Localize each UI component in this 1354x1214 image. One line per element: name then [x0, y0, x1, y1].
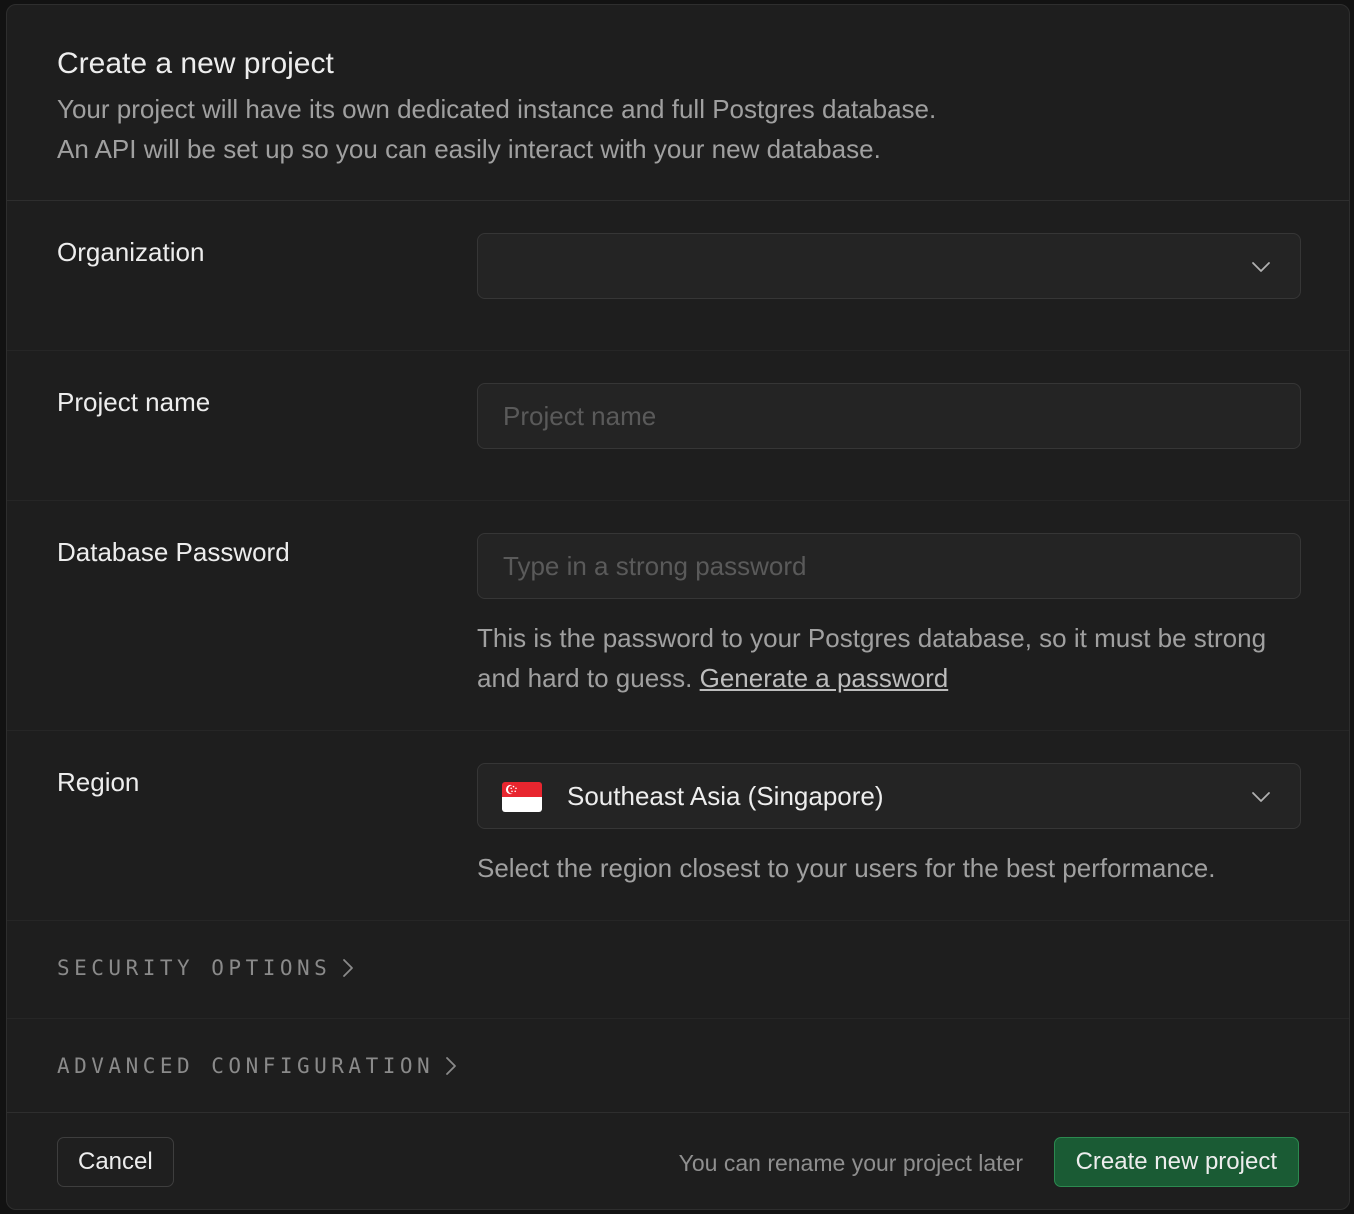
- password-help: This is the password to your Postgres da…: [477, 618, 1307, 698]
- database-password-label: Database Password: [57, 537, 290, 567]
- chevron-right-icon: [343, 959, 354, 977]
- cancel-button[interactable]: Cancel: [57, 1137, 174, 1187]
- dialog-header: Create a new project Your project will h…: [7, 5, 1349, 201]
- security-options-row: SECURITY OPTIONS: [7, 920, 1349, 1019]
- generate-password-link[interactable]: Generate a password: [700, 663, 949, 693]
- region-help: Select the region closest to your users …: [477, 853, 1216, 883]
- subtitle-line-1: Your project will have its own dedicated…: [57, 94, 937, 124]
- dialog-footer: Cancel You can rename your project later…: [7, 1112, 1349, 1209]
- database-password-input[interactable]: [478, 534, 1300, 598]
- create-new-project-button[interactable]: Create new project: [1053, 1137, 1299, 1187]
- chevron-down-icon: [1252, 262, 1270, 272]
- region-label: Region: [57, 767, 140, 797]
- subtitle-line-2: An API will be set up so you can easily …: [57, 134, 881, 164]
- organization-select[interactable]: [477, 233, 1301, 299]
- chevron-right-icon: [446, 1057, 457, 1075]
- chevron-down-icon: [1252, 792, 1270, 802]
- dialog-subtitle: Your project will have its own dedicated…: [57, 89, 1157, 169]
- rename-note: You can rename your project later: [678, 1150, 1023, 1176]
- advanced-configuration-toggle[interactable]: ADVANCED CONFIGURATION: [57, 1054, 458, 1078]
- database-password-field: [477, 533, 1301, 599]
- project-name-row: Project name: [7, 350, 1349, 501]
- organization-label: Organization: [57, 237, 205, 267]
- dialog-title: Create a new project: [57, 47, 334, 80]
- singapore-flag-icon: [502, 782, 542, 812]
- security-options-label: SECURITY OPTIONS: [57, 956, 332, 980]
- project-name-label: Project name: [57, 387, 211, 417]
- advanced-configuration-label: ADVANCED CONFIGURATION: [57, 1054, 435, 1078]
- project-name-input[interactable]: [478, 384, 1300, 448]
- region-row: Region Southeast Asia (Singapore) Select…: [7, 730, 1349, 921]
- create-project-dialog: Create a new project Your project will h…: [6, 4, 1350, 1210]
- advanced-configuration-row: ADVANCED CONFIGURATION: [7, 1018, 1349, 1116]
- project-name-field: [477, 383, 1301, 449]
- region-select[interactable]: Southeast Asia (Singapore): [477, 763, 1301, 829]
- security-options-toggle[interactable]: SECURITY OPTIONS: [57, 956, 355, 980]
- organization-row: Organization: [7, 200, 1349, 351]
- region-value: Southeast Asia (Singapore): [567, 781, 884, 811]
- database-password-row: Database Password This is the password t…: [7, 500, 1349, 731]
